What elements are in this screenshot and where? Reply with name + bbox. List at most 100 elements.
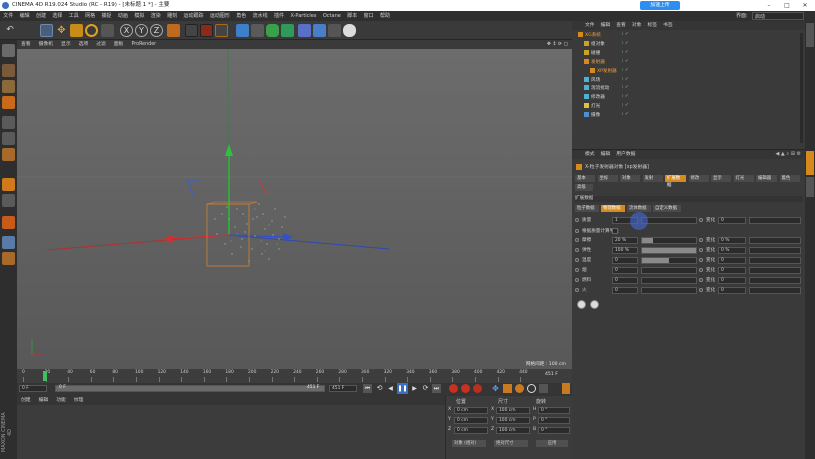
attr-nav-icons[interactable]: ◀ ▲ ⌕ ⊞ ⚙ [775,150,801,159]
pause-button[interactable]: ❚❚ [397,383,408,394]
axis-y-icon[interactable]: Y [135,24,148,37]
coord-rotation-field[interactable]: 0 ° [538,427,570,434]
viewport-menu-panel[interactable]: 面板 [110,40,128,49]
range-slider[interactable] [55,385,325,392]
variation-radio-icon[interactable] [699,218,703,222]
material-menu-function[interactable]: 功能 [52,398,70,403]
obj-menu-file[interactable]: 文件 [582,23,598,28]
object-scrollbar[interactable] [800,33,803,143]
field-radio-icon[interactable] [575,238,579,242]
prev-key-icon[interactable]: ⟲ [375,384,384,393]
keyframe-selection-icon[interactable] [473,384,482,393]
menu-file[interactable]: 文件 [0,11,16,21]
attributes-side-tab[interactable] [806,151,814,175]
maximize-button[interactable]: □ [778,0,796,11]
viewport-menu-cameras[interactable]: 摄像机 [35,40,57,49]
move-key-icon[interactable]: ✥ [491,384,500,393]
rotate-icon[interactable] [85,24,98,37]
field-slider[interactable] [641,267,697,274]
undo-icon[interactable]: ↶ [4,24,16,37]
light-icon[interactable] [343,24,356,37]
points-mode-icon[interactable] [2,116,15,129]
variation-radio-icon[interactable] [699,278,703,282]
menu-sculpt[interactable]: 雕刻 [164,11,180,21]
menu-script[interactable]: 脚本 [344,11,360,21]
menu-animate[interactable]: 动画 [115,11,131,21]
field-radio-icon[interactable] [575,218,579,222]
object-row[interactable]: 组对象 [584,40,605,49]
menu-plugins[interactable]: 插件 [271,11,287,21]
object-visibility-toggles[interactable]: ⁝ ✓ [622,94,629,102]
variation-slider[interactable] [749,287,801,294]
coord-size-mode-dropdown[interactable]: 绝对尺寸 [494,440,528,447]
timeline-ruler[interactable]: 0 20 40 60 80 100 120 140 160 180 200 220 240 260 280 3… [17,369,572,383]
menu-mesh[interactable]: 网格 [82,11,98,21]
texture-mode-icon[interactable] [2,80,15,93]
field-radio-icon[interactable] [575,248,579,252]
viewport-menu-view[interactable]: 查看 [17,40,35,49]
3d-viewport[interactable]: 透视视图 [17,49,572,369]
edges-mode-icon[interactable] [2,132,15,145]
tab-tabs_row1-1[interactable]: 坐标 [597,175,618,182]
tab-tabs_row1-7[interactable]: 灯光 [733,175,754,182]
coord-size-field[interactable]: 100 cm [496,407,530,414]
material-menu-create[interactable]: 创建 [17,398,35,403]
layers-side-tab[interactable] [806,177,814,197]
field-value[interactable]: 100 % [612,247,638,254]
obj-menu-edit[interactable]: 编辑 [598,23,614,28]
tweak-icon[interactable] [2,194,15,207]
render-picture-viewer-icon[interactable] [200,24,213,37]
object-row[interactable]: 修改器 [584,94,605,102]
layout-dropdown[interactable]: 启动 [752,12,804,20]
xparticles-icon[interactable] [590,300,599,309]
variation-radio-icon[interactable] [699,238,703,242]
coord-size-field[interactable]: 100 cm [496,427,530,434]
coord-position-field[interactable]: 0 cm [454,407,488,414]
tab-tabs_row1-4[interactable]: 扩展数据 [665,175,686,188]
axis-x-icon[interactable]: X [120,24,133,37]
menu-create[interactable]: 创建 [33,11,49,21]
variation-slider[interactable] [749,257,801,264]
variation-value[interactable]: 0 [718,217,746,224]
coordinate-system-icon[interactable] [167,24,180,37]
end-frame-field[interactable]: 451 F [329,385,357,392]
field-slider[interactable] [641,217,697,224]
tab-tabs_row1-3[interactable]: 发射 [642,175,663,182]
minimize-button[interactable]: – [760,0,778,11]
render-settings-icon[interactable] [215,24,228,37]
variation-slider[interactable] [749,217,801,224]
octane-icon[interactable] [577,300,586,309]
cloud-upload-button[interactable]: 加速上传 [640,1,680,10]
object-row[interactable]: XG系统 [578,32,601,40]
field-slider[interactable] [641,257,697,264]
variation-slider[interactable] [749,277,801,284]
step-back-icon[interactable]: ◀ [386,384,395,393]
menu-window[interactable]: 窗口 [360,11,376,21]
variation-value[interactable]: 0 [718,267,746,274]
object-visibility-toggles[interactable]: ⁝ ✓ [622,41,629,49]
field-slider[interactable] [641,277,697,284]
object-visibility-toggles[interactable]: ⁝ ✓ [622,77,629,85]
object-visibility-toggles[interactable]: ⁝ ✓ [622,32,629,40]
material-menu-edit[interactable]: 编辑 [35,398,53,403]
close-button[interactable]: ✕ [796,0,814,11]
scale-key-icon[interactable] [503,384,512,393]
goto-end-icon[interactable]: ⏭ [432,384,441,393]
object-row[interactable]: 风场 [584,76,600,85]
playhead[interactable] [43,371,47,381]
tab-tabs_row1-8[interactable]: 编辑器 [756,175,777,182]
camera-icon[interactable] [328,24,341,37]
variation-radio-icon[interactable] [699,258,703,262]
coord-rotation-field[interactable]: 0 ° [538,417,570,424]
obj-menu-view[interactable]: 查看 [613,23,629,28]
variation-value[interactable]: 0 [718,257,746,264]
start-frame-field[interactable]: 0 F [19,385,47,392]
variation-radio-icon[interactable] [699,268,703,272]
tab-tabs_row1-9[interactable]: 着色 [779,175,800,182]
menu-motion-tracking[interactable]: 运动跟踪 [180,11,206,21]
coord-rotation-field[interactable]: 0 ° [538,407,570,414]
variation-radio-icon[interactable] [699,288,703,292]
menu-help[interactable]: 帮助 [377,11,393,21]
field-value[interactable]: 0 [612,277,638,284]
subtab-0[interactable]: 粒子数据 [575,205,599,212]
